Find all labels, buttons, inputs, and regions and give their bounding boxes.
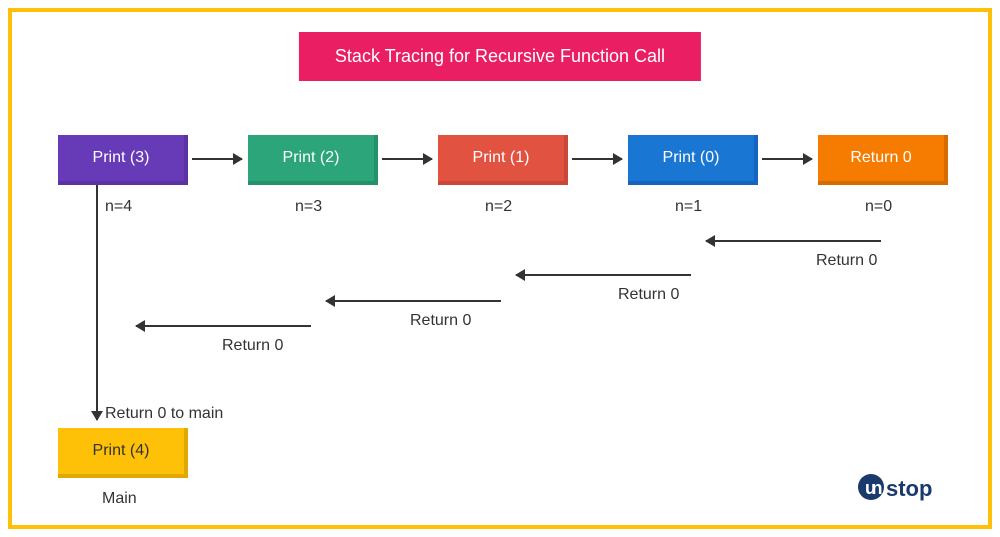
svg-text:n: n xyxy=(872,478,883,498)
box-print-3: Print (3) xyxy=(58,135,188,185)
arrow-ret3 xyxy=(326,300,501,302)
diagram-title: Stack Tracing for Recursive Function Cal… xyxy=(299,32,701,81)
box-return-0: Return 0 xyxy=(818,135,948,185)
arrow-down-main xyxy=(96,185,98,420)
arrow-h2 xyxy=(382,158,432,160)
label-main: Main xyxy=(102,490,137,508)
arrow-ret1 xyxy=(706,240,881,242)
logo-unstop: u n stop xyxy=(858,470,968,511)
arrow-ret4 xyxy=(136,325,311,327)
label-ret4: Return 0 xyxy=(222,337,283,355)
label-ret3: Return 0 xyxy=(410,312,471,330)
label-ret-main: Return 0 to main xyxy=(105,405,223,423)
box-print-2: Print (2) xyxy=(248,135,378,185)
box-print-4: Print (4) xyxy=(58,428,188,478)
label-ret2: Return 0 xyxy=(618,286,679,304)
label-n1: n=1 xyxy=(675,198,702,216)
box-print-1: Print (1) xyxy=(438,135,568,185)
label-n2: n=2 xyxy=(485,198,512,216)
label-n3: n=3 xyxy=(295,198,322,216)
label-n0: n=0 xyxy=(865,198,892,216)
label-ret1: Return 0 xyxy=(816,252,877,270)
arrow-h3 xyxy=(572,158,622,160)
label-n4: n=4 xyxy=(105,198,132,216)
arrow-h4 xyxy=(762,158,812,160)
arrow-h1 xyxy=(192,158,242,160)
svg-text:stop: stop xyxy=(886,476,932,501)
box-print-0: Print (0) xyxy=(628,135,758,185)
arrow-ret2 xyxy=(516,274,691,276)
